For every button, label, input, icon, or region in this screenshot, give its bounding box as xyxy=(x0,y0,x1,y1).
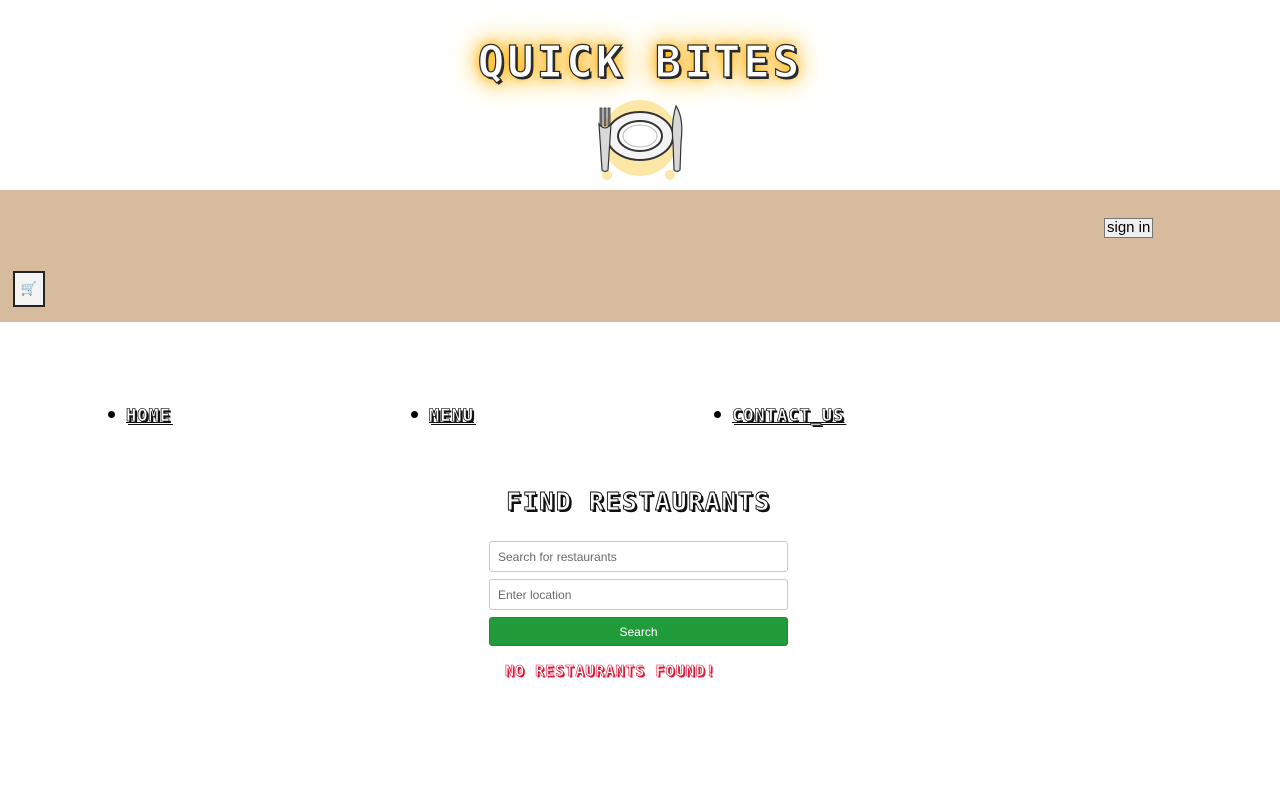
no-results-message: No Restaurants Found! xyxy=(505,662,716,681)
cart-icon: 🛒 xyxy=(20,281,38,296)
search-heading: FIND RESTAURANTS xyxy=(506,487,771,517)
location-input[interactable] xyxy=(489,579,788,610)
nav-bar: Home Menu Contact_us xyxy=(0,190,1280,426)
nav-link-home[interactable]: Home xyxy=(126,406,171,427)
nav-item-contact-us[interactable]: Contact_us xyxy=(714,406,844,426)
bullet-icon xyxy=(108,410,115,418)
restaurant-search-input[interactable] xyxy=(489,541,788,572)
nav-item-menu[interactable]: Menu xyxy=(411,406,474,426)
site-title: QUICK BITES xyxy=(477,36,803,88)
search-button[interactable]: Search xyxy=(489,617,788,646)
cart-button[interactable]: 🛒 xyxy=(13,271,45,307)
plate-with-fork-and-knife-icon xyxy=(594,98,686,182)
bullet-icon xyxy=(714,410,721,418)
sign-in-button[interactable]: sign in xyxy=(1104,218,1154,238)
nav-link-menu[interactable]: Menu xyxy=(429,406,474,427)
nav-item-home[interactable]: Home xyxy=(108,406,171,426)
site-header: QUICK BITES xyxy=(0,0,1280,190)
nav-link-contact-us[interactable]: Contact_us xyxy=(732,406,844,427)
bullet-icon xyxy=(411,410,418,418)
